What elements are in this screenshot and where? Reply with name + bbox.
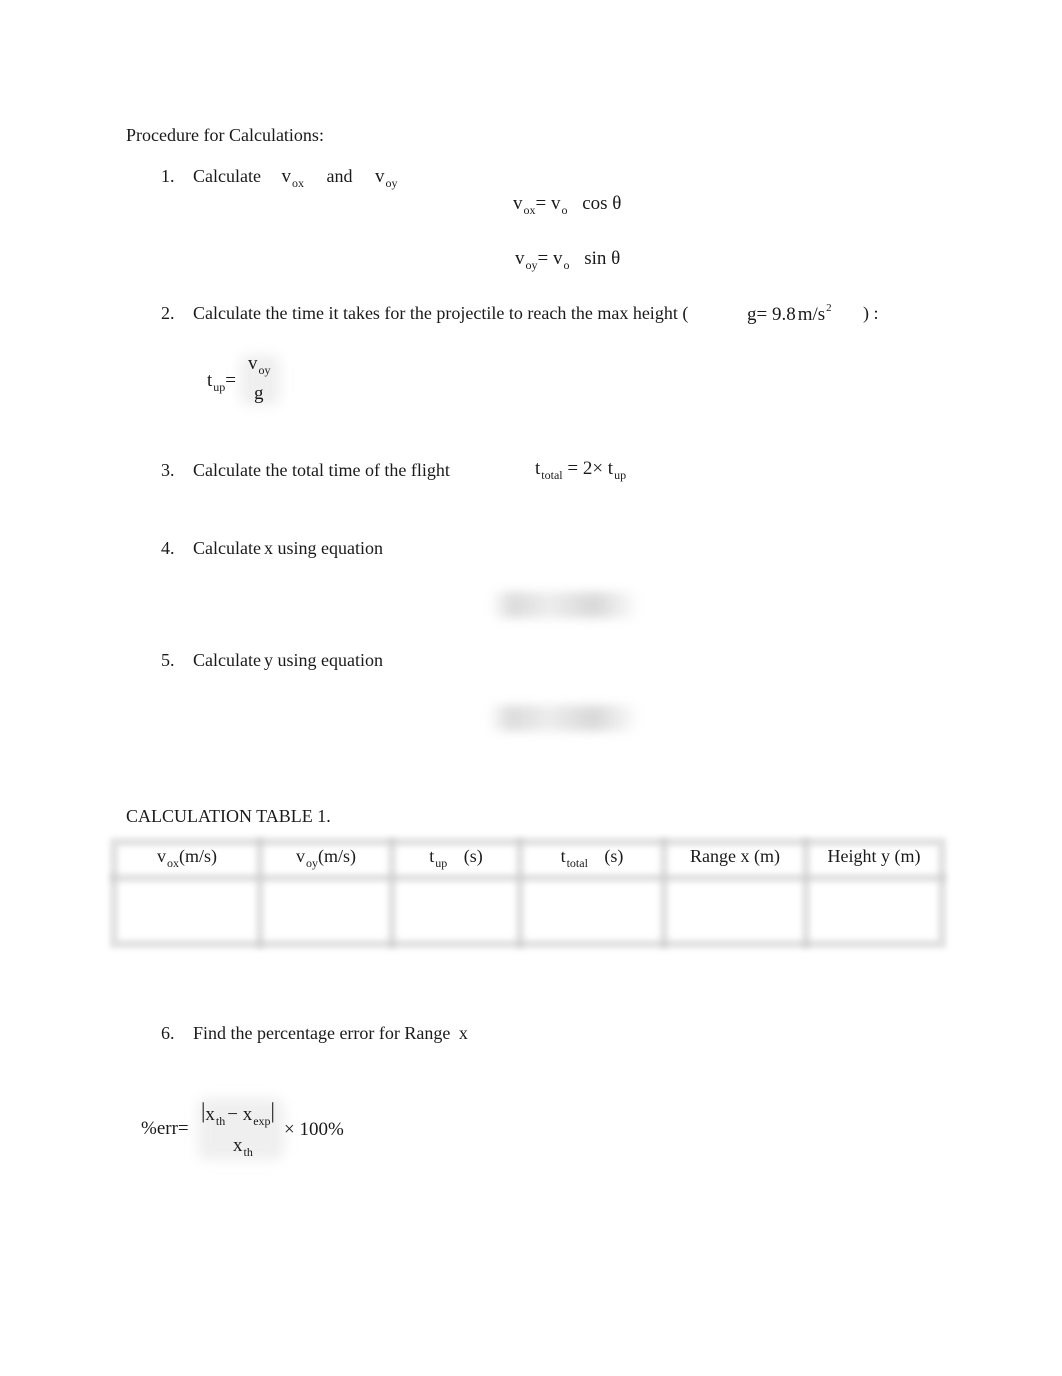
step-text: Calculate [193,166,261,186]
table-cell[interactable] [524,886,660,938]
equation-voy: voy= vo sin θ [515,248,621,272]
table-title: CALCULATION TABLE 1. [126,806,331,826]
table-column-divider [516,838,524,948]
blurred-equation-y [488,705,640,731]
equation-tup-lhs: tup= [207,370,236,394]
equation-percent-error-numerator: |xth − xexp| [201,1098,275,1128]
equation-ttotal: ttotal = 2× tup [535,458,627,482]
table-header-voy: voy(m/s) [296,846,356,870]
var-vox: vox [281,166,304,190]
table-cell[interactable] [118,886,256,938]
equation-tup-denominator: g [254,383,264,404]
step-4: 4. Calculate x using equation [161,538,383,558]
table-header-ttotal: ttotal (s) [560,846,624,870]
equation-percent-error-denominator: xth [233,1135,253,1159]
table-column-divider [388,838,396,948]
equation-tup-numerator: voy [248,353,271,377]
table-header-range: Range x (m) [690,846,780,866]
step-6: 6. Find the percentage error for Range x [161,1023,468,1044]
step-number: 5. [161,650,175,670]
step-5: 5. Calculate y using equation [161,650,383,670]
table-cell[interactable] [668,886,802,938]
step-number: 3. [161,460,175,480]
step-number: 4. [161,538,175,558]
table-column-divider [802,838,810,948]
step-number: 6. [161,1023,175,1043]
table-cell[interactable] [396,886,516,938]
calculation-table: vox(m/s) voy(m/s) tup (s) ttotal (s) Ran… [110,838,946,948]
step-text: Calculate the time it takes for the proj… [193,303,689,323]
table-header-tup: tup (s) [429,846,483,870]
equation-percent-error-lhs: %err= [141,1118,189,1139]
table-header-vox: vox(m/s) [157,846,217,870]
step-number: 1. [161,166,175,186]
step-2-close: ) : [863,303,879,323]
table-header-height: Height y (m) [827,846,921,866]
var-y: y [263,650,273,670]
table-header-divider [110,874,946,882]
step-text: Calculate the total time of the flight [193,460,450,480]
table-cell[interactable] [264,886,388,938]
blurred-equation-x [490,592,640,618]
gravity-value: g= 9.8 m/s2 [747,302,832,325]
step-2: 2. Calculate the time it takes for the pr… [161,303,688,324]
table-column-divider [256,838,264,948]
step-text: Find the percentage error for Range [193,1023,451,1043]
step-1: 1. Calculate vox and voy [161,166,398,190]
table-cell[interactable] [810,886,938,938]
step-3: 3. Calculate the total time of the flight [161,460,450,481]
table-column-divider [660,838,668,948]
page-heading: Procedure for Calculations: [126,125,324,145]
equation-vox: vox= vo cos θ [513,193,622,217]
var-voy: voy [374,166,398,190]
equation-percent-error-multiplier: × 100% [284,1119,344,1140]
step-number: 2. [161,303,175,323]
connector-and: and [326,166,353,186]
var-x: x [263,538,273,558]
var-x: x [458,1023,468,1043]
